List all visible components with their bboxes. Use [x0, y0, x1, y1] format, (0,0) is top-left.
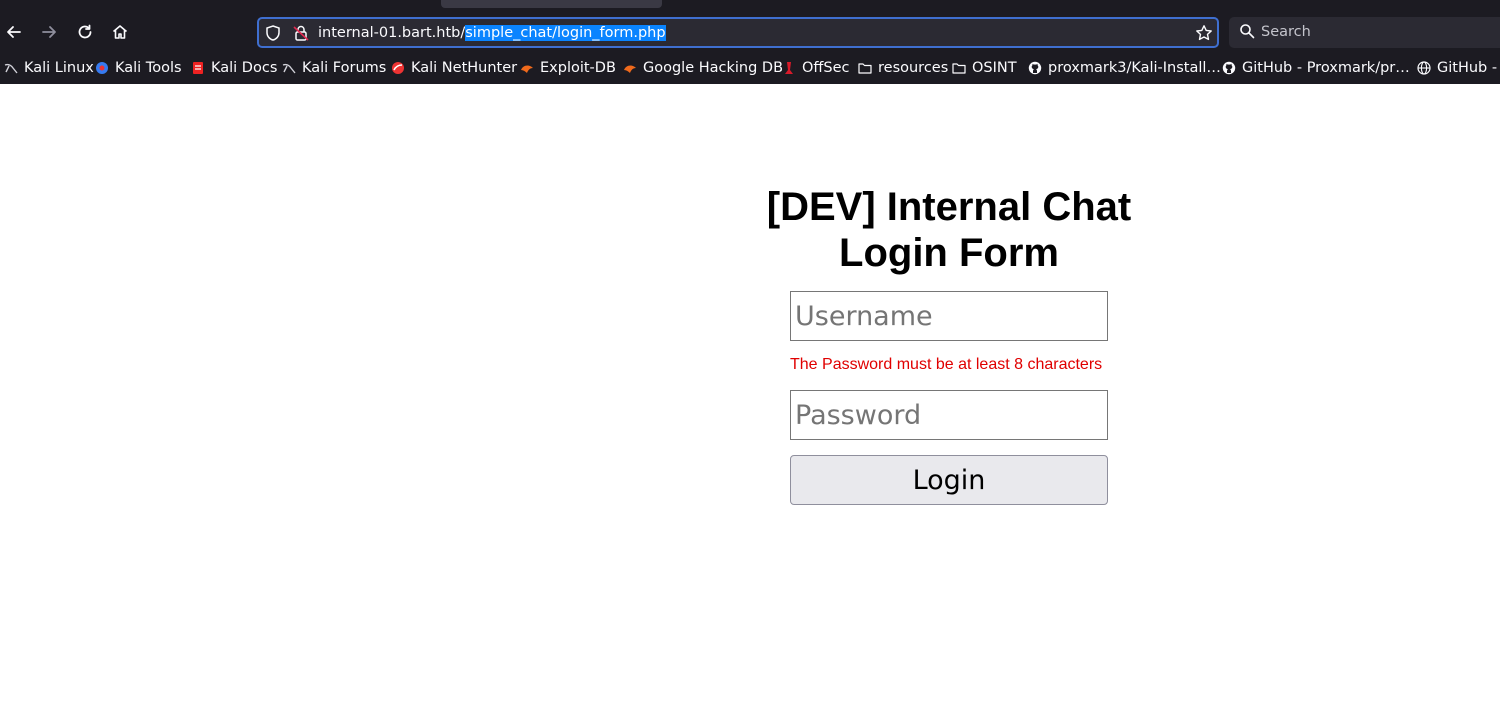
bookmark-label: Kali NetHunter [411, 60, 518, 76]
bookmark-exploit-db[interactable]: Exploit-DB [520, 56, 616, 80]
home-icon [112, 25, 128, 39]
bookmark-github-truncated[interactable]: GitHub - [1417, 56, 1497, 80]
password-error-message: The Password must be at least 8 characte… [790, 356, 1103, 373]
bookmark-github-proxmark[interactable]: GitHub - Proxmark/pr… [1222, 56, 1410, 80]
offsec-icon [785, 62, 793, 74]
bookmark-kali-tools[interactable]: Kali Tools [95, 56, 182, 80]
globe-icon [1417, 61, 1431, 75]
bookmark-google-hacking-db[interactable]: Google Hacking DB [623, 56, 783, 80]
exploit-db-icon [521, 65, 533, 73]
kali-dragon-icon [4, 63, 18, 74]
page-title-line2: Login Form [839, 231, 1059, 275]
kali-tools-icon [96, 62, 108, 74]
bookmark-folder-resources[interactable]: resources [858, 56, 948, 80]
bookmark-proxmark3-kali-install[interactable]: proxmark3/Kali-Install… [1028, 56, 1221, 80]
bookmark-label: GitHub - Proxmark/pr… [1242, 60, 1410, 76]
tracking-shield-icon[interactable] [264, 24, 282, 42]
bookmark-label: Google Hacking DB [643, 60, 784, 76]
github-icon [1222, 61, 1236, 75]
bookmark-label: Kali Tools [115, 60, 182, 76]
forward-button[interactable] [35, 18, 63, 46]
forward-arrow-icon [42, 26, 56, 38]
back-arrow-icon [7, 26, 21, 38]
nethunter-icon [392, 62, 404, 74]
back-button[interactable] [0, 18, 28, 46]
bookmark-label: Kali Linux [24, 60, 94, 76]
bookmark-folder-osint[interactable]: OSINT [952, 56, 1017, 80]
bookmark-label: resources [878, 60, 949, 76]
bookmark-label: OSINT [972, 60, 1017, 76]
url-path-selected: simple_chat/login_form.php [465, 25, 666, 41]
reload-button[interactable] [71, 18, 99, 46]
page-content: [DEV] Internal Chat Login Form The Passw… [0, 84, 1500, 706]
bookmark-label: Kali Docs [211, 60, 278, 76]
bookmark-label: GitHub - [1437, 60, 1498, 76]
bookmark-kali-nethunter[interactable]: Kali NetHunter [391, 56, 517, 80]
bookmark-star-icon[interactable] [1195, 24, 1213, 42]
bookmarks-toolbar: Kali Linux Kali Tools Kali Docs Kali For… [0, 56, 1500, 80]
url-text[interactable]: internal-01.bart.htb/simple_chat/login_f… [318, 23, 666, 44]
folder-icon [952, 63, 966, 74]
bookmark-label: Exploit-DB [540, 60, 616, 76]
github-icon [1028, 61, 1042, 75]
navigation-toolbar: internal-01.bart.htb/simple_chat/login_f… [0, 14, 1500, 50]
search-bar[interactable]: Search [1229, 17, 1500, 48]
folder-icon [858, 63, 872, 74]
bookmark-kali-docs[interactable]: Kali Docs [191, 56, 277, 80]
insecure-lock-icon[interactable] [292, 24, 310, 42]
search-placeholder: Search [1261, 24, 1311, 40]
bookmark-offsec[interactable]: OffSec [782, 56, 850, 80]
kali-docs-icon [193, 62, 203, 74]
search-icon [1240, 24, 1255, 39]
login-button[interactable]: Login [790, 455, 1108, 505]
reload-icon [78, 24, 92, 39]
active-tab[interactable] [441, 0, 662, 8]
home-button[interactable] [106, 18, 134, 46]
bookmark-kali-linux[interactable]: Kali Linux [4, 56, 94, 80]
browser-chrome: internal-01.bart.htb/simple_chat/login_f… [0, 0, 1500, 84]
page-title: [DEV] Internal Chat Login Form [749, 184, 1149, 276]
page-title-line1: [DEV] Internal Chat [766, 185, 1132, 229]
bookmark-label: OffSec [802, 60, 850, 76]
bookmark-label: Kali Forums [302, 60, 387, 76]
kali-dragon-icon [282, 63, 296, 74]
url-host: internal-01.bart.htb/ [318, 25, 466, 41]
username-input[interactable] [790, 291, 1108, 341]
password-input[interactable] [790, 390, 1108, 440]
exploit-db-icon [624, 65, 636, 73]
bookmark-kali-forums[interactable]: Kali Forums [282, 56, 386, 80]
url-bar[interactable]: internal-01.bart.htb/simple_chat/login_f… [257, 17, 1219, 48]
bookmark-label: proxmark3/Kali-Install… [1048, 60, 1221, 76]
